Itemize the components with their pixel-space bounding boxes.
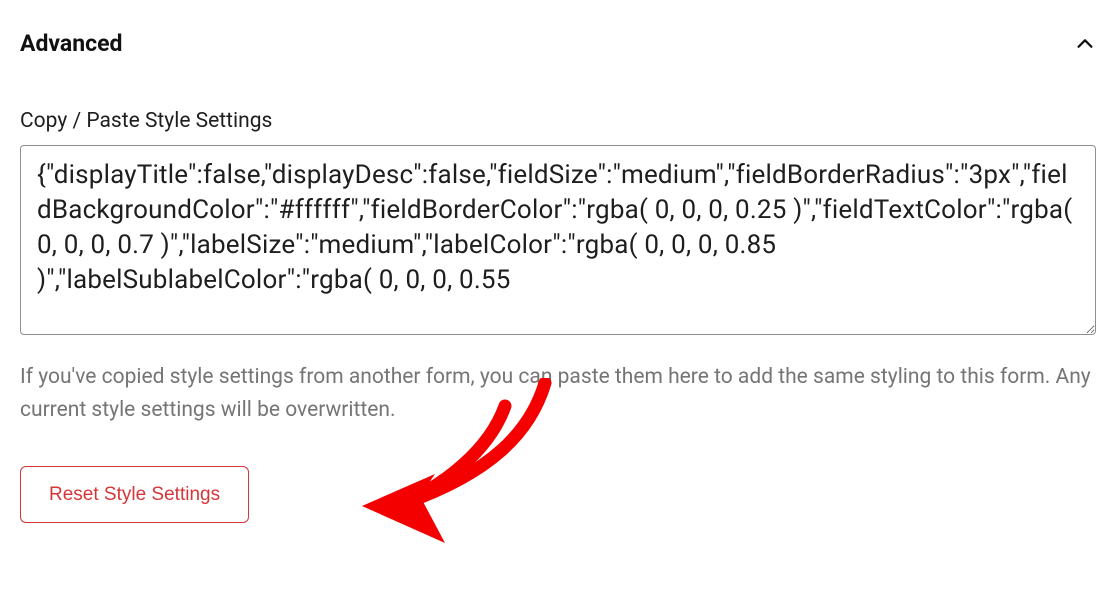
style-settings-textarea[interactable]: {"displayTitle":false,"displayDesc":fals… bbox=[20, 145, 1096, 335]
copy-paste-label: Copy / Paste Style Settings bbox=[20, 109, 1096, 133]
advanced-section: Advanced Copy / Paste Style Settings {"d… bbox=[20, 20, 1096, 523]
section-header[interactable]: Advanced bbox=[20, 20, 1096, 67]
copy-paste-help-text: If you've copied style settings from ano… bbox=[20, 361, 1096, 426]
reset-style-settings-button[interactable]: Reset Style Settings bbox=[20, 466, 249, 523]
reset-row: Reset Style Settings bbox=[20, 466, 1096, 523]
section-title: Advanced bbox=[20, 30, 122, 57]
chevron-up-icon bbox=[1074, 33, 1096, 55]
